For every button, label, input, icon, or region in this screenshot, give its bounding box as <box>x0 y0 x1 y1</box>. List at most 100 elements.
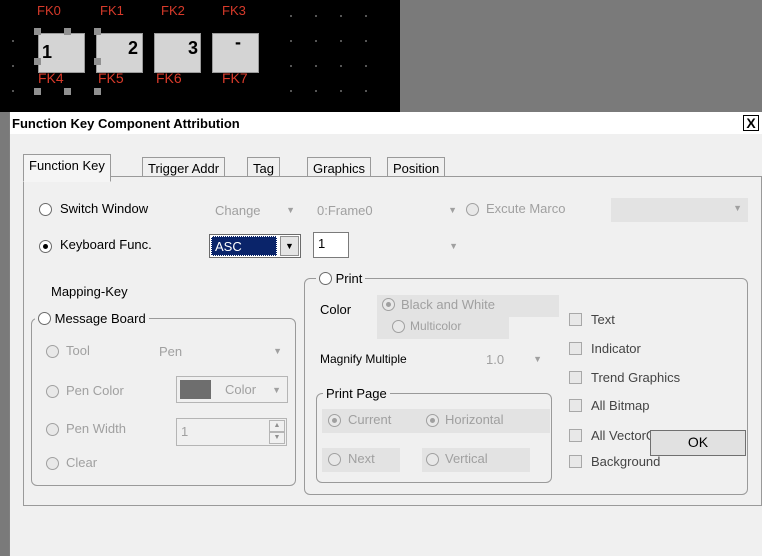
function-key[interactable]: 2 <box>96 33 143 73</box>
multicolor-radio[interactable] <box>392 320 405 333</box>
function-key[interactable]: 3 <box>154 33 201 73</box>
function-key[interactable]: 1 <box>38 33 85 73</box>
selection-handle[interactable] <box>34 28 41 35</box>
indicator-checkbox[interactable] <box>569 342 582 355</box>
vertical-radio[interactable] <box>426 453 439 466</box>
selection-handle[interactable] <box>94 58 101 65</box>
message-board-legend: Message Board <box>35 311 149 326</box>
black-white-label: Black and White <box>401 297 495 312</box>
ok-button[interactable]: OK <box>650 430 746 456</box>
tool-radio[interactable] <box>46 345 59 358</box>
function-key[interactable]: - <box>212 32 259 73</box>
current-label: Current <box>348 412 392 427</box>
grid-dot <box>290 65 292 67</box>
grid-dot <box>290 90 292 92</box>
keyboard-func-select[interactable]: ASC ▼ <box>209 234 301 258</box>
keyboard-func-radio[interactable] <box>39 240 52 253</box>
tool-select[interactable]: Pen ▼ <box>155 341 288 363</box>
message-board-radio[interactable] <box>38 312 51 325</box>
multicolor-label: Multicolor <box>410 319 462 333</box>
magnify-select[interactable]: 1.0 ▼ <box>470 349 548 371</box>
selection-handle[interactable] <box>94 88 101 95</box>
all-bitmap-option-label: All Bitmap <box>591 398 650 413</box>
switch-mode-select[interactable]: Change ▼ <box>211 200 301 222</box>
print-label: Print <box>335 271 363 286</box>
grid-dot <box>290 15 292 17</box>
grid-dot <box>365 15 367 17</box>
horizontal-radio[interactable] <box>426 414 439 427</box>
input-value: 1 <box>181 424 189 439</box>
excute-marco-radio[interactable] <box>466 203 479 216</box>
print-radio[interactable] <box>319 272 332 285</box>
trend-graphics-checkbox[interactable] <box>569 371 582 384</box>
trend-graphics-option-label: Trend Graphics <box>591 370 681 385</box>
chevron-down-icon[interactable]: ▼ <box>280 236 299 256</box>
marco-select[interactable]: ▼ <box>611 198 748 222</box>
print-page-label: Print Page <box>323 386 390 401</box>
pen-color-label: Pen Color <box>66 383 124 398</box>
selection-handle[interactable] <box>64 88 71 95</box>
tab-label: Graphics <box>313 161 366 176</box>
keyboard-func-label: Keyboard Func. <box>60 237 152 252</box>
black-white-radio[interactable] <box>382 298 395 311</box>
grid-dot <box>365 40 367 42</box>
dialog-titlebar[interactable]: Function Key Component Attribution X <box>10 112 762 134</box>
text-option-label: Text <box>591 312 615 327</box>
selection-handle[interactable] <box>34 58 41 65</box>
current-radio[interactable] <box>328 414 341 427</box>
chevron-down-icon: ▼ <box>286 205 295 215</box>
chevron-down-icon: ▼ <box>449 241 458 251</box>
print-color-label: Color <box>320 302 352 317</box>
text-checkbox[interactable] <box>569 313 582 326</box>
grid-dot <box>340 65 342 67</box>
key-value-input[interactable]: 1 <box>313 232 349 258</box>
pen-width-spinner[interactable]: 1 ▲ ▼ <box>176 418 287 446</box>
all-bitmap-checkbox[interactable] <box>569 399 582 412</box>
fk-label: FK5 <box>98 70 124 86</box>
tab-label: Function Key <box>29 158 105 173</box>
grid-dot <box>315 90 317 92</box>
all-vectorgraph-checkbox[interactable] <box>569 429 582 442</box>
fk-label: FK3 <box>222 3 246 18</box>
clear-label: Clear <box>66 455 98 470</box>
color-swatch <box>180 380 211 399</box>
grid-dot <box>315 15 317 17</box>
tab-function-key[interactable]: Function Key <box>23 154 111 182</box>
close-icon[interactable]: X <box>743 115 759 131</box>
grid-dot <box>340 40 342 42</box>
fk-label: FK0 <box>37 3 61 18</box>
frame-select[interactable]: 0:Frame0 ▼ <box>313 200 463 222</box>
pen-width-radio[interactable] <box>46 423 59 436</box>
chevron-down-icon: ▼ <box>448 205 457 215</box>
pen-color-radio[interactable] <box>46 385 59 398</box>
spin-down-icon[interactable]: ▼ <box>269 432 285 444</box>
selection-handle[interactable] <box>94 28 101 35</box>
key-secondary-select[interactable]: ▼ <box>359 236 464 258</box>
selection-handle[interactable] <box>64 28 71 35</box>
pen-color-select[interactable]: Color ▼ <box>176 376 288 403</box>
background-checkbox[interactable] <box>569 455 582 468</box>
grid-dot <box>12 90 14 92</box>
grid-dot <box>12 40 14 42</box>
clear-radio[interactable] <box>46 457 59 470</box>
key-symbol: - <box>235 32 241 52</box>
grid-dot <box>340 90 342 92</box>
pen-width-label: Pen Width <box>66 421 126 436</box>
grid-dot <box>290 40 292 42</box>
grid-dot <box>315 65 317 67</box>
next-radio[interactable] <box>328 453 341 466</box>
vertical-label: Vertical <box>445 451 488 466</box>
fk-label: FK7 <box>222 70 248 86</box>
grid-dot <box>365 65 367 67</box>
tab-label: Position <box>393 161 440 176</box>
selection-handle[interactable] <box>34 88 41 95</box>
background-option-label: Background <box>591 454 661 469</box>
grid-dot <box>365 90 367 92</box>
select-value: 0:Frame0 <box>317 203 373 218</box>
tab-label: Trigger Addr <box>148 161 220 176</box>
chevron-down-icon: ▼ <box>273 346 282 356</box>
tool-label: Tool <box>66 343 90 358</box>
switch-window-radio[interactable] <box>39 203 52 216</box>
spin-up-icon[interactable]: ▲ <box>269 420 285 432</box>
input-value: 1 <box>318 236 326 251</box>
